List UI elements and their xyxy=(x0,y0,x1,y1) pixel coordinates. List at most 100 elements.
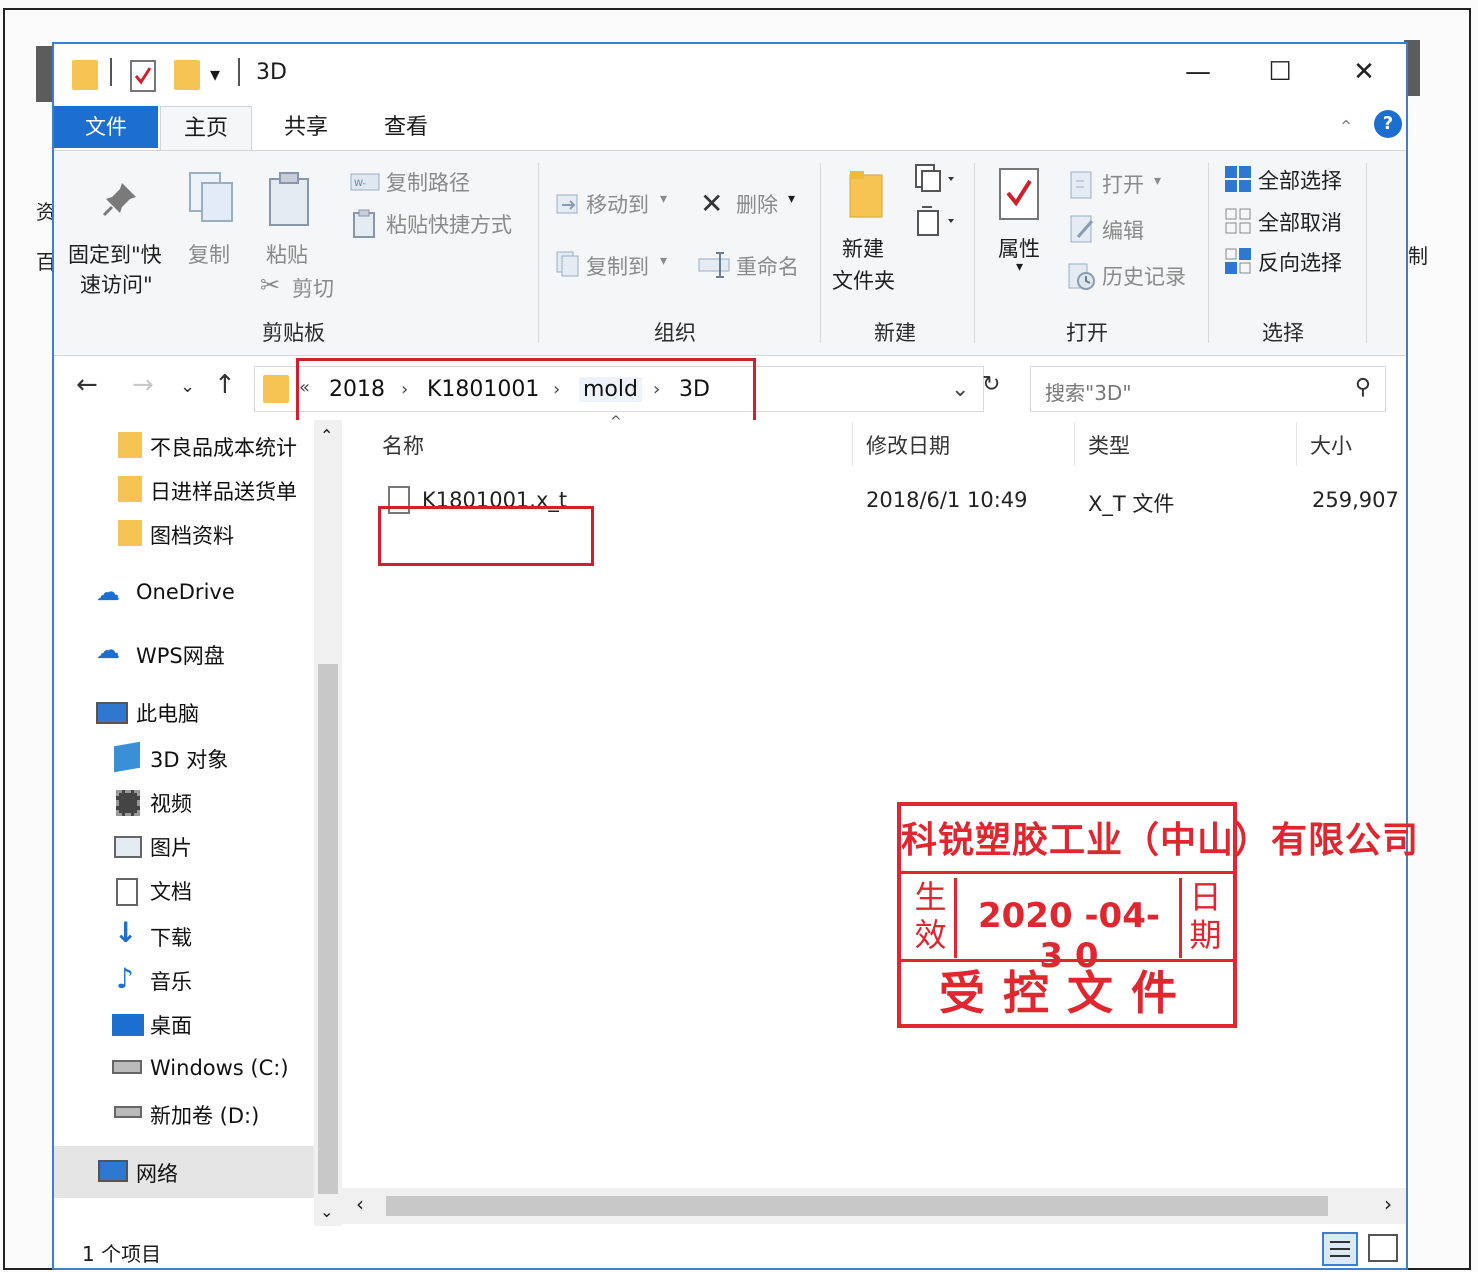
move-to-icon xyxy=(556,191,580,219)
forward-arrow-icon[interactable]: → xyxy=(132,370,154,400)
open-dropdown-icon[interactable]: ▾ xyxy=(1154,173,1161,189)
select-none-button[interactable]: 全部取消 xyxy=(1258,207,1342,237)
rename-icon xyxy=(698,251,730,283)
maximize-button[interactable]: ☐ xyxy=(1250,52,1310,92)
pin-quick-access-button[interactable]: 固定到"快 xyxy=(68,239,162,269)
cut-button[interactable]: 剪切 xyxy=(292,273,334,303)
nav-item-downloads[interactable]: 下载 xyxy=(150,922,192,952)
copy-path-button[interactable]: 复制路径 xyxy=(386,167,470,197)
history-button[interactable]: 历史记录 xyxy=(1102,261,1186,291)
background-window-edge xyxy=(36,46,52,102)
details-view-icon[interactable] xyxy=(1322,1232,1358,1266)
move-to-button[interactable]: 移动到 xyxy=(586,189,649,219)
nav-item-this-pc[interactable]: 此电脑 xyxy=(136,698,199,728)
nav-item-onedrive[interactable]: OneDrive xyxy=(136,580,235,604)
folder-icon xyxy=(118,520,142,546)
nav-item-quick-3[interactable]: 图档资料 xyxy=(150,520,234,550)
move-to-dropdown-icon[interactable]: ▾ xyxy=(660,191,667,207)
scroll-left-chevron-icon[interactable]: ‹ xyxy=(356,1192,364,1216)
nav-item-drive-d[interactable]: 新加卷 (D:) xyxy=(150,1100,259,1130)
file-size: 259,907 xyxy=(1312,488,1399,512)
nav-item-network[interactable]: 网络 xyxy=(136,1158,178,1188)
scroll-up-chevron-icon[interactable]: ⌃ xyxy=(320,426,333,445)
column-header-name[interactable]: 名称 xyxy=(382,430,424,460)
nav-item-quick-1[interactable]: 不良品成本统计 xyxy=(150,432,297,462)
edit-button[interactable]: 编辑 xyxy=(1102,215,1144,245)
delete-button[interactable]: 删除 xyxy=(736,189,778,219)
address-history-chevron-icon[interactable]: ⌄ xyxy=(951,377,969,402)
nav-item-3d-objects[interactable]: 3D 对象 xyxy=(150,744,228,774)
column-header-type[interactable]: 类型 xyxy=(1088,430,1130,460)
tab-share[interactable]: 共享 xyxy=(260,106,352,150)
nav-item-drive-c[interactable]: Windows (C:) xyxy=(150,1056,289,1080)
rename-button[interactable]: 重命名 xyxy=(736,251,799,281)
scroll-right-chevron-icon[interactable]: › xyxy=(1384,1192,1392,1216)
customize-toolbar-icon[interactable]: ▾ xyxy=(210,62,220,94)
history-icon xyxy=(1068,263,1096,295)
column-divider[interactable] xyxy=(852,422,853,466)
column-header-size[interactable]: 大小 xyxy=(1310,430,1352,460)
copy-to-button[interactable]: 复制到 xyxy=(586,251,649,281)
properties-check-icon[interactable] xyxy=(130,60,156,92)
nav-item-music[interactable]: 音乐 xyxy=(150,966,192,996)
svg-text:W-: W- xyxy=(354,179,366,189)
documents-icon xyxy=(116,878,138,906)
music-note-icon: ♪ xyxy=(116,962,134,995)
tab-file[interactable]: 文件 xyxy=(54,106,158,148)
horizontal-scrollbar-thumb[interactable] xyxy=(386,1196,1328,1216)
select-group-label: 选择 xyxy=(1262,321,1304,345)
nav-item-pictures[interactable]: 图片 xyxy=(150,832,192,862)
nav-scrollbar-thumb[interactable] xyxy=(318,664,338,1194)
ribbon-home: 固定到"快 速访问" 复制 粘贴 W- 复制路径 粘贴快捷方式 ✂ 剪切 剪贴板 xyxy=(54,150,1406,356)
select-all-icon xyxy=(1224,165,1252,197)
nav-item-documents[interactable]: 文档 xyxy=(150,876,192,906)
folder-icon xyxy=(118,476,142,502)
group-divider xyxy=(538,163,539,343)
select-all-button[interactable]: 全部选择 xyxy=(1258,165,1342,195)
background-cut-text: 制 xyxy=(1408,244,1428,268)
recent-locations-chevron-icon[interactable]: ⌄ xyxy=(180,376,195,397)
new-folder-line2: 文件夹 xyxy=(832,269,895,293)
new-folder-quick-icon[interactable] xyxy=(174,60,200,92)
address-row: ← → ⌄ ↑ « 2018 › K1801001 › mold › 3D ⌄ … xyxy=(54,356,1406,428)
easy-access-icon[interactable] xyxy=(914,205,958,241)
copy-button[interactable]: 复制 xyxy=(188,239,230,269)
copy-to-dropdown-icon[interactable]: ▾ xyxy=(660,253,667,269)
open-button[interactable]: 打开 xyxy=(1102,169,1144,199)
open-group-label: 打开 xyxy=(1066,321,1108,345)
paste-button[interactable]: 粘贴 xyxy=(266,239,308,269)
up-arrow-icon[interactable]: ↑ xyxy=(214,370,236,400)
new-item-icon[interactable] xyxy=(914,163,958,197)
group-divider xyxy=(1208,163,1209,343)
tab-view[interactable]: 查看 xyxy=(360,106,452,150)
wps-cloud-icon: ☁ xyxy=(96,636,120,664)
new-folder-button[interactable]: 新建 xyxy=(842,233,884,263)
close-button[interactable]: ✕ xyxy=(1334,52,1394,92)
delete-dropdown-icon[interactable]: ▾ xyxy=(788,191,795,207)
large-icons-view-icon[interactable] xyxy=(1368,1234,1398,1262)
nav-item-videos[interactable]: 视频 xyxy=(150,788,192,818)
paste-shortcut-button[interactable]: 粘贴快捷方式 xyxy=(386,209,512,239)
search-icon[interactable]: ⚲ xyxy=(1355,375,1371,400)
column-divider[interactable] xyxy=(1074,422,1075,466)
scroll-down-chevron-icon[interactable]: ⌄ xyxy=(320,1202,333,1221)
file-type: X_T 文件 xyxy=(1088,492,1175,516)
search-box[interactable]: 搜索"3D" ⚲ xyxy=(1030,366,1386,412)
folder-icon xyxy=(263,375,289,403)
back-arrow-icon[interactable]: ← xyxy=(76,370,98,400)
quick-access-folder-icon[interactable] xyxy=(72,60,98,92)
refresh-icon[interactable]: ↻ xyxy=(982,372,1000,397)
collapse-ribbon-chevron-icon[interactable]: ⌃ xyxy=(1334,106,1358,150)
stamp-middle-row: 生效 2020 -04- 3 0 日期 xyxy=(901,874,1233,976)
tab-home[interactable]: 主页 xyxy=(160,106,252,150)
nav-item-desktop[interactable]: 桌面 xyxy=(150,1010,192,1040)
horizontal-scrollbar[interactable]: ‹ › xyxy=(342,1188,1406,1224)
help-icon[interactable]: ? xyxy=(1374,110,1402,138)
minimize-button[interactable]: — xyxy=(1168,52,1228,92)
column-header-date[interactable]: 修改日期 xyxy=(866,430,950,460)
properties-dropdown-icon[interactable]: ▾ xyxy=(1016,259,1023,275)
nav-item-wps[interactable]: WPS网盘 xyxy=(136,640,225,670)
column-divider[interactable] xyxy=(1296,422,1297,466)
nav-item-quick-2[interactable]: 日进样品送货单 xyxy=(150,476,297,506)
invert-selection-button[interactable]: 反向选择 xyxy=(1258,247,1342,277)
